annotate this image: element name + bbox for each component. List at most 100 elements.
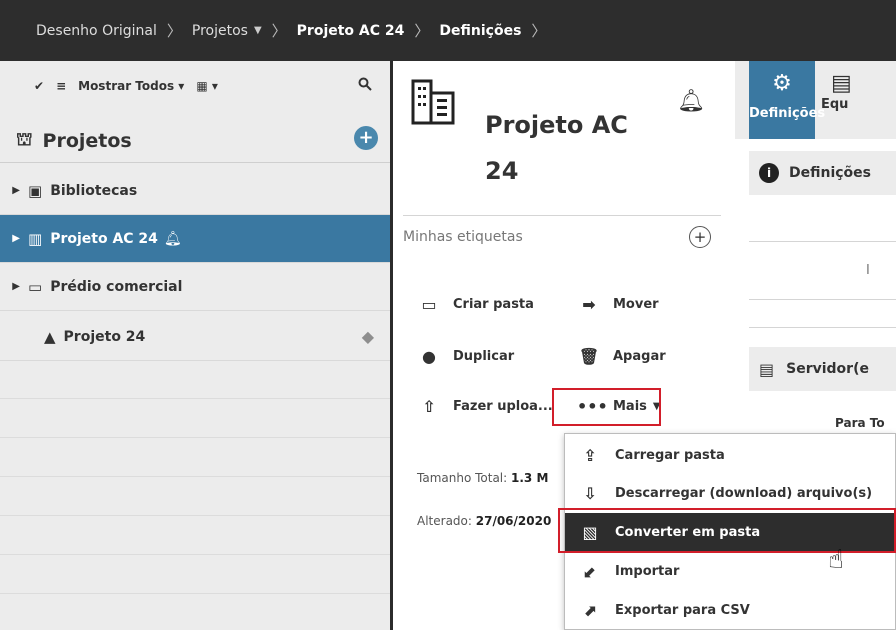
delete-label: Apagar <box>613 349 666 364</box>
bell-icon: 🔔︎ <box>163 230 182 247</box>
convert-highlight <box>558 508 896 553</box>
empty-row <box>0 517 390 555</box>
tag-icon[interactable]: ◆ <box>362 327 374 346</box>
modified-date: Alterado: 27/06/2020 <box>417 514 551 528</box>
page-title: Projetos <box>42 129 132 152</box>
tree-item-projeto-ac-24[interactable]: ▶ ▥ Projeto AC 24 🔔︎ <box>0 215 390 263</box>
divider <box>749 241 896 242</box>
document-icon: ▤ <box>831 71 852 96</box>
filter-dropdown[interactable]: Mostrar Todos ▾ <box>78 79 184 93</box>
duplicate-label: Duplicar <box>453 349 515 364</box>
expand-icon[interactable]: ▶ <box>0 281 28 292</box>
tab-definicoes[interactable]: ⚙ Definições <box>749 61 826 139</box>
divider <box>749 299 896 300</box>
project-icon: ▲ <box>44 327 56 346</box>
menu-item-import[interactable]: ⬋ Importar <box>565 552 896 591</box>
total-size-value: 1.3 M <box>511 471 549 485</box>
add-tag-button[interactable]: + <box>689 226 711 248</box>
breadcrumb-separator-icon: 〉 <box>166 22 182 40</box>
menu-item-label: Exportar para CSV <box>615 603 750 618</box>
total-size-label: Tamanho Total: <box>417 471 508 485</box>
projects-header: ⛫ Projetos <box>0 119 390 163</box>
tags-label[interactable]: Minhas etiquetas <box>403 229 523 245</box>
section-title: Definições <box>789 165 872 181</box>
info-icon: i <box>759 163 779 183</box>
folder-icon: ▭ <box>421 295 437 314</box>
add-project-button[interactable]: + <box>354 126 378 150</box>
library-icon: ▣ <box>28 181 43 200</box>
duplicate-button[interactable]: ● Duplicar <box>417 347 514 366</box>
upload-button[interactable]: ⇧ Fazer uploa... <box>417 397 552 416</box>
tab-label: Definições <box>749 106 826 121</box>
tab-equipe[interactable]: ▤ Equ <box>821 61 896 139</box>
breadcrumb: Desenho Original 〉 Projetos ▼ 〉 Projeto … <box>0 0 896 61</box>
bell-icon[interactable]: 🔔︎ <box>677 89 705 114</box>
empty-row <box>0 439 390 477</box>
tree-item-bibliotecas[interactable]: ▶ ▣ Bibliotecas <box>0 167 390 215</box>
move-button[interactable]: ➡ Mover <box>577 295 658 314</box>
divider <box>749 327 896 328</box>
empty-row <box>0 361 390 399</box>
menu-item-label: Carregar pasta <box>615 448 725 463</box>
empty-row <box>0 400 390 438</box>
trash-icon: 🗑︎ <box>578 347 600 366</box>
tree-item-label: Prédio comercial <box>50 278 183 295</box>
breadcrumb-item-definicoes[interactable]: Definições <box>439 23 521 39</box>
server-section-header[interactable]: ▤ Servidor(e <box>749 347 896 391</box>
duplicate-icon: ● <box>422 347 436 366</box>
chevron-down-icon[interactable]: ▼ <box>254 25 262 36</box>
export-icon: ⬈ <box>583 601 597 620</box>
menu-item-label: Descarregar (download) arquivo(s) <box>615 486 873 501</box>
upload-folder-icon: ⇪ <box>583 446 597 465</box>
create-folder-label: Criar pasta <box>453 297 534 312</box>
search-icon[interactable] <box>358 77 372 95</box>
create-folder-button[interactable]: ▭ Criar pasta <box>417 295 534 314</box>
import-icon: ⬋ <box>583 562 597 581</box>
building-icon: ▥ <box>28 229 43 248</box>
calendar-icon[interactable]: ▦ ▾ <box>196 79 218 93</box>
check-icon[interactable]: ✔ <box>34 79 44 93</box>
project-title: Projeto AC 24 <box>485 93 665 203</box>
empty-row <box>0 556 390 594</box>
delete-button[interactable]: 🗑︎ Apagar <box>577 347 666 366</box>
expand-icon[interactable]: ▶ <box>0 233 28 244</box>
menu-item-export-csv[interactable]: ⬈ Exportar para CSV <box>565 591 896 630</box>
tree-item-projeto-24[interactable]: ▲ Projeto 24 ◆ <box>0 313 390 361</box>
modified-value: 27/06/2020 <box>475 514 552 528</box>
upload-icon: ⇧ <box>422 397 436 416</box>
para-label: Para To <box>835 416 885 430</box>
folder-icon: ▭ <box>28 277 43 296</box>
divider <box>403 215 721 216</box>
tab-label: Equ <box>821 97 849 112</box>
gear-icon: ⚙ <box>772 71 792 96</box>
breadcrumb-item-desenho-original[interactable]: Desenho Original <box>36 23 157 39</box>
settings-section-header[interactable]: i Definições <box>749 151 896 195</box>
truncated-text: I <box>866 263 870 278</box>
menu-item-label: Importar <box>615 564 680 579</box>
server-icon: ▤ <box>759 359 775 379</box>
expand-icon[interactable]: ▶ <box>0 185 28 196</box>
empty-row <box>0 595 390 630</box>
breadcrumb-separator-icon: 〉 <box>531 22 547 40</box>
menu-item-upload-folder[interactable]: ⇪ Carregar pasta <box>565 436 896 475</box>
list-icon[interactable]: ≡ <box>56 79 66 93</box>
more-button-highlight <box>552 388 661 426</box>
projects-icon: ⛫ <box>16 128 33 150</box>
tree-item-label: Projeto 24 <box>63 328 146 345</box>
empty-row <box>0 478 390 516</box>
tree-item-predio-comercial[interactable]: ▶ ▭ Prédio comercial <box>0 263 390 311</box>
breadcrumb-separator-icon: 〉 <box>271 22 287 40</box>
section-title: Servidor(e <box>786 361 869 377</box>
filter-label: Mostrar Todos <box>78 79 175 93</box>
breadcrumb-item-projeto-ac-24[interactable]: Projeto AC 24 <box>297 23 405 39</box>
breadcrumb-item-projetos[interactable]: Projetos <box>192 23 248 39</box>
arrow-right-icon: ➡ <box>582 295 596 314</box>
hand-cursor-icon: ☝ <box>828 545 844 575</box>
total-size: Tamanho Total: 1.3 M <box>417 471 548 485</box>
tree-item-label: Projeto AC 24 <box>50 230 158 247</box>
tree-toolbar: ✔ ≡ Mostrar Todos ▾ ▦ ▾ <box>0 61 390 111</box>
tree-item-label: Bibliotecas <box>50 182 138 199</box>
modified-label: Alterado: <box>417 514 472 528</box>
download-icon: ⇩ <box>583 484 597 503</box>
left-panel: ✔ ≡ Mostrar Todos ▾ ▦ ▾ ⛫ Projetos + ▶ ▣… <box>0 61 390 630</box>
